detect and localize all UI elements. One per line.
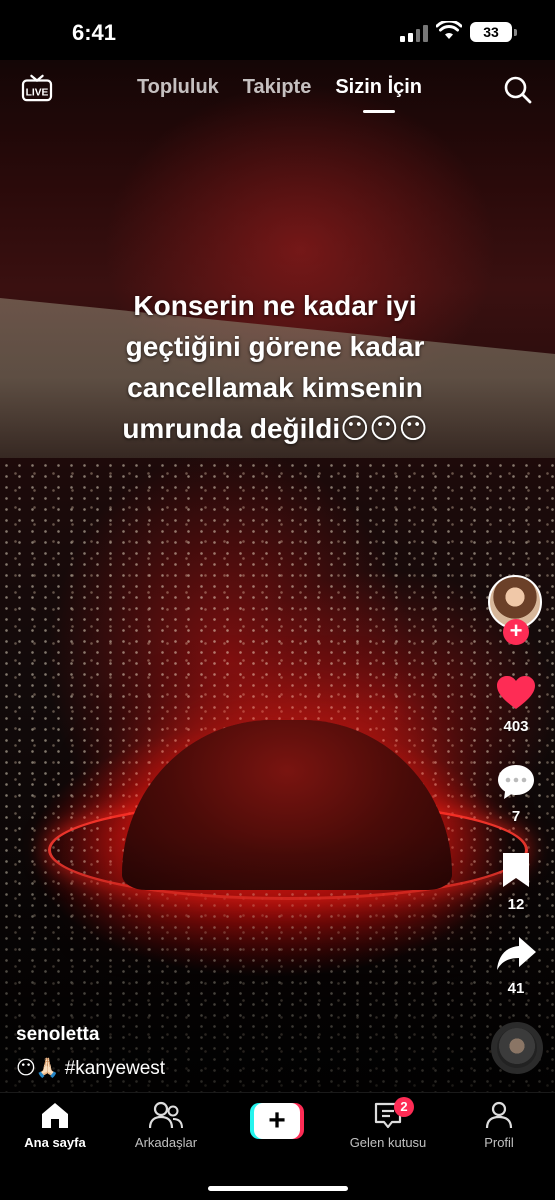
video-caption: Konserin ne kadar iyi geçtiğini görene k…: [60, 285, 490, 449]
create-button[interactable]: +: [250, 1103, 304, 1139]
heart-icon: [497, 676, 535, 709]
caption-line: geçtiğini görene kadar: [125, 331, 425, 362]
nav-profile[interactable]: Profil: [449, 1101, 549, 1150]
music-disc-icon[interactable]: [491, 1022, 543, 1074]
comment-icon: [498, 765, 534, 799]
battery-indicator: 33: [470, 22, 517, 42]
home-icon: [42, 1103, 68, 1128]
inbox-badge: 2: [394, 1097, 414, 1117]
bottom-navigation: Ana sayfa Arkadaşlar + Gelen kutusu 2 Pr…: [0, 1092, 555, 1200]
comment-count: 7: [511, 808, 521, 825]
top-navigation: LIVE Topluluk Takipte Sizin İçin: [0, 70, 555, 115]
nav-profile-label: Profil: [484, 1135, 514, 1150]
creator-avatar-group: +: [488, 575, 544, 645]
wifi-icon: [436, 21, 462, 39]
tab-for-you[interactable]: Sizin İçin: [335, 76, 422, 113]
clock: 6:41: [72, 20, 117, 45]
like-button[interactable]: 403: [488, 675, 544, 735]
cellular-signal-icon: [400, 24, 428, 42]
share-count: 41: [507, 980, 525, 997]
status-bar: 6:41 33: [0, 0, 555, 62]
save-count: 12: [507, 896, 525, 913]
nav-home[interactable]: Ana sayfa: [5, 1101, 105, 1150]
profile-icon: [485, 1101, 513, 1129]
bookmark-icon: [503, 853, 529, 887]
feed-tabs: Topluluk Takipte Sizin İçin: [0, 76, 555, 113]
home-indicator: [208, 1186, 348, 1191]
nav-friends[interactable]: Arkadaşlar: [116, 1101, 216, 1150]
video-player[interactable]: [0, 60, 555, 1095]
follow-plus-button[interactable]: +: [503, 619, 529, 645]
nav-inbox-label: Gelen kutusu: [349, 1135, 427, 1150]
action-rail: + 403 7 12 41: [488, 575, 544, 997]
post-description[interactable]: 😶🙏🏻 #kanyewest: [16, 1056, 165, 1080]
share-arrow-icon: [497, 937, 536, 970]
tab-following[interactable]: Takipte: [243, 76, 312, 99]
caption-line: umrunda değildi😶😶😶: [122, 413, 428, 444]
nav-home-label: Ana sayfa: [24, 1135, 86, 1150]
plus-icon: +: [254, 1103, 300, 1139]
caption-line: Konserin ne kadar iyi: [133, 290, 417, 321]
nav-friends-label: Arkadaşlar: [134, 1135, 198, 1150]
share-button[interactable]: 41: [488, 935, 544, 997]
caption-line: cancellamak kimsenin: [127, 372, 423, 403]
friends-icon: [148, 1101, 183, 1129]
nav-inbox[interactable]: Gelen kutusu: [338, 1101, 438, 1150]
creator-username[interactable]: senoletta: [16, 1024, 99, 1046]
like-count: 403: [503, 718, 529, 735]
comment-button[interactable]: 7: [488, 763, 544, 825]
save-button[interactable]: 12: [488, 851, 544, 913]
search-icon[interactable]: [503, 75, 533, 105]
tab-community[interactable]: Topluluk: [137, 76, 219, 99]
